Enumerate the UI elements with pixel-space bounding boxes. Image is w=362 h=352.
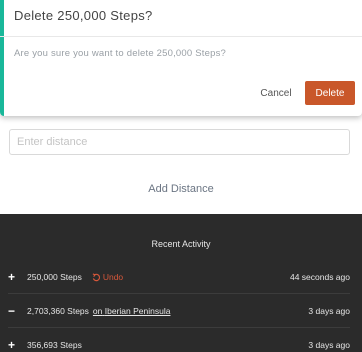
activity-row: + 250,000 Steps Undo 44 seconds ago (8, 261, 350, 294)
cancel-button[interactable]: Cancel (252, 81, 300, 105)
plus-icon: + (8, 270, 16, 284)
undo-icon (92, 272, 100, 281)
activity-time: 44 seconds ago (289, 272, 350, 282)
plus-icon: + (8, 337, 16, 352)
recent-activity-panel: Recent Activity + 250,000 Steps Undo 44 … (0, 214, 362, 352)
activity-steps: 2,703,360 Steps (27, 306, 89, 316)
delete-confirm-dialog: Delete 250,000 Steps? Are you sure you w… (0, 0, 362, 116)
add-distance-button[interactable]: Add Distance (0, 174, 362, 204)
dialog-title: Delete 250,000 Steps? (14, 8, 153, 23)
activity-row: + 356,693 Steps 3 days ago (8, 328, 350, 352)
location-prefix: on (92, 306, 103, 316)
activity-time: 3 days ago (308, 306, 350, 316)
activity-description: 2,703,360 Steps on Iberian Peninsula (27, 306, 308, 316)
activity-description: 250,000 Steps Undo (27, 272, 290, 282)
activity-time: 3 days ago (308, 339, 350, 350)
recent-activity-title: Recent Activity (151, 239, 211, 249)
undo-button[interactable]: Undo (92, 272, 123, 282)
undo-label: Undo (102, 272, 124, 282)
activity-steps: 250,000 Steps (27, 272, 82, 282)
distance-input[interactable] (9, 129, 350, 155)
activity-description: 356,693 Steps (27, 340, 308, 350)
minus-icon: − (8, 304, 16, 318)
location-name: Iberian Peninsula (104, 306, 171, 316)
dialog-accent-bar (0, 0, 4, 116)
dialog-divider (0, 36, 362, 37)
delete-button[interactable]: Delete (305, 81, 355, 105)
activity-location-link[interactable]: on Iberian Peninsula (93, 306, 171, 316)
activity-row: − 2,703,360 Steps on Iberian Peninsula 3… (8, 295, 350, 328)
dialog-message: Are you sure you want to delete 250,000 … (14, 48, 227, 59)
activity-steps: 356,693 Steps (27, 339, 82, 350)
